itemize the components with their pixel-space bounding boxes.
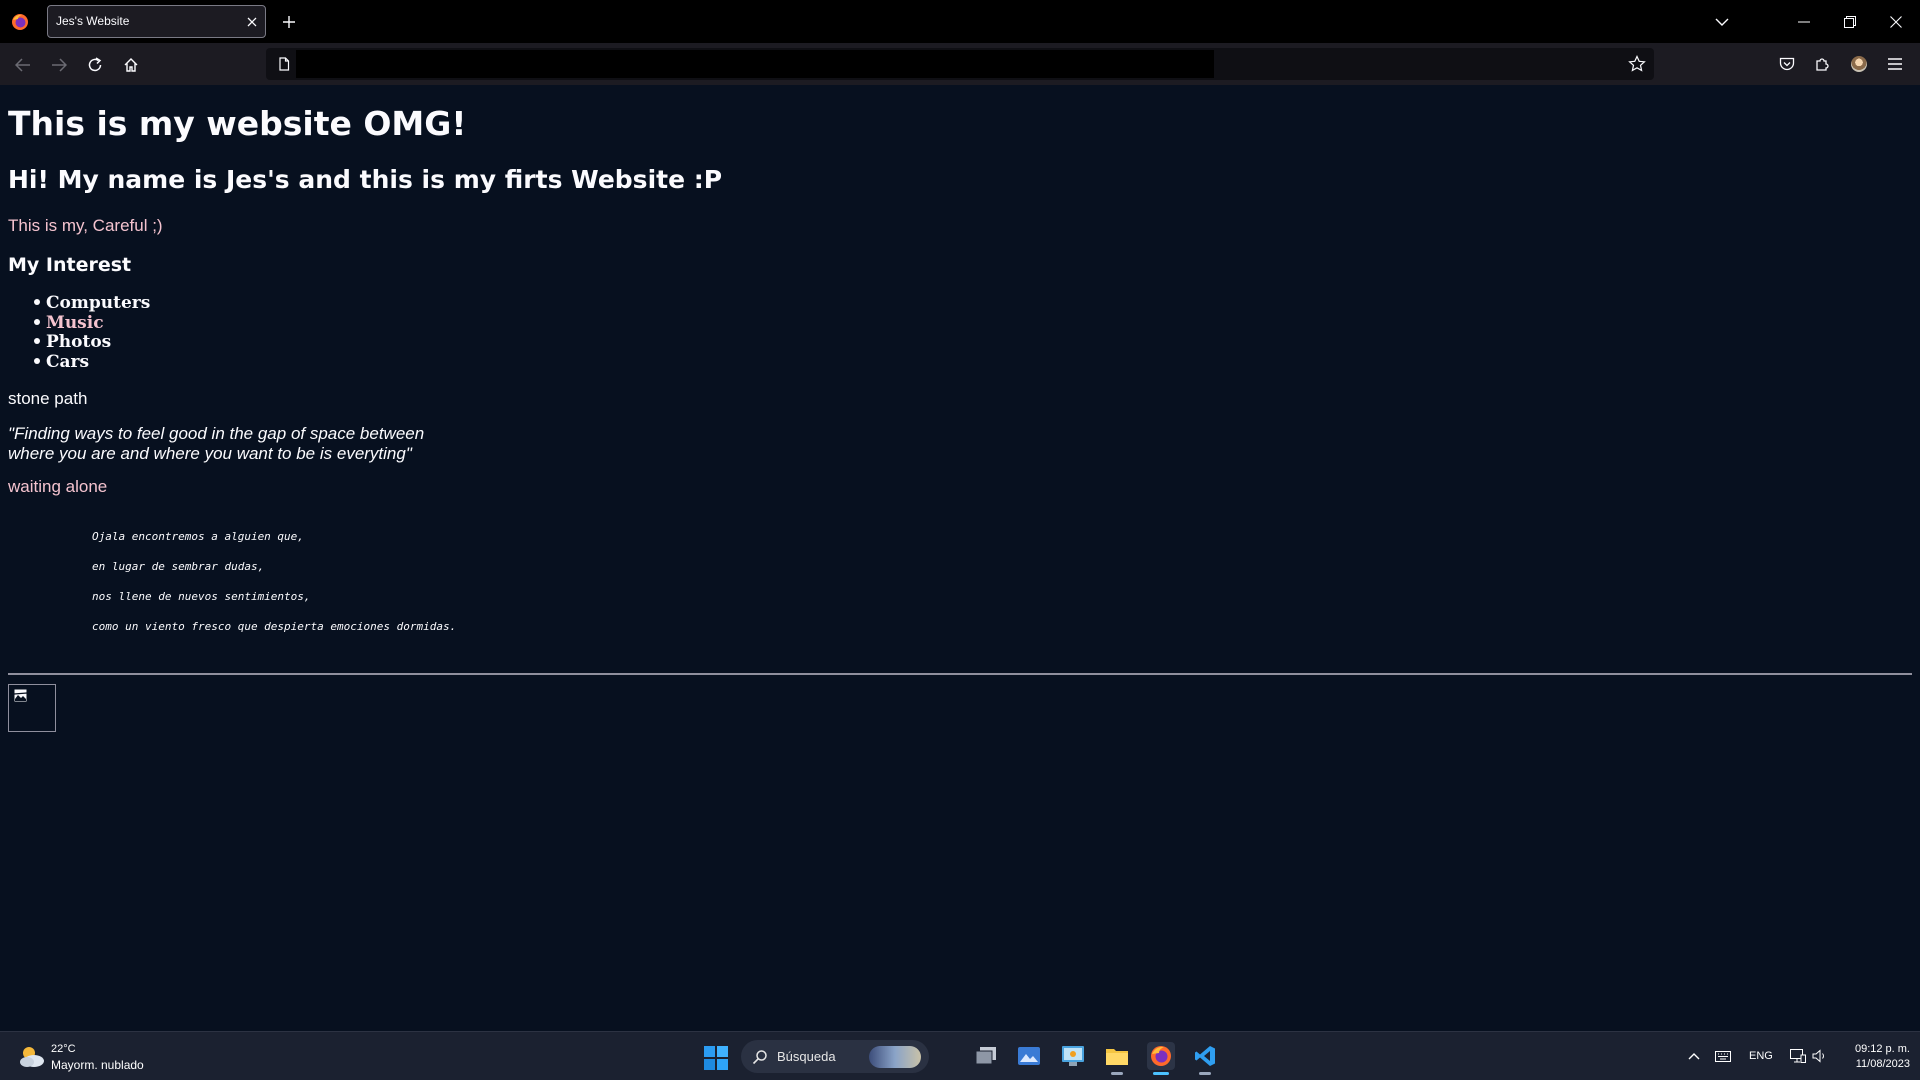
firefox-taskbar-icon[interactable] <box>1147 1042 1175 1075</box>
page-subtitle: Hi! My name is Jes's and this is my firt… <box>8 165 723 194</box>
list-item: Music <box>34 312 150 334</box>
weather-description[interactable]: Mayorm. nublado <box>51 1058 144 1072</box>
clock-date: 11/08/2023 <box>1855 1058 1910 1070</box>
horizontal-rule <box>8 673 1912 675</box>
back-arrow-icon[interactable] <box>11 53 35 77</box>
network-icon[interactable] <box>1788 1046 1808 1066</box>
intro-text: This is my, Careful ;) <box>8 216 163 235</box>
bullet-icon <box>34 299 40 305</box>
task-view-icon[interactable] <box>972 1042 1000 1070</box>
running-indicator <box>1111 1072 1123 1075</box>
tab-title: Jes's Website <box>56 14 130 28</box>
weather-cloudy-icon[interactable] <box>17 1042 47 1070</box>
hamburger-menu-icon[interactable] <box>1884 53 1906 75</box>
control-panel-icon[interactable] <box>1059 1042 1087 1070</box>
windows-taskbar: 22°C Mayorm. nublado Búsqueda ENG 09:12 … <box>0 1031 1920 1080</box>
page-content: This is my website OMG! Hi! My name is J… <box>0 85 1920 1031</box>
poem-block: Ojala encontremos a alguien que, en luga… <box>92 522 456 642</box>
bookmark-star-icon[interactable] <box>1628 55 1646 73</box>
extensions-puzzle-icon[interactable] <box>1812 53 1834 75</box>
quote-block: "Finding ways to feel good in the gap of… <box>8 424 488 463</box>
tab-active[interactable]: Jes's Website <box>47 5 266 38</box>
restore-icon[interactable] <box>1828 0 1872 43</box>
weather-temperature[interactable]: 22°C <box>51 1043 76 1055</box>
list-item: Computers <box>34 293 151 314</box>
bullet-icon <box>34 318 40 325</box>
search-placeholder: Búsqueda <box>777 1049 836 1064</box>
page-title: This is my website OMG! <box>8 104 467 143</box>
navigation-toolbar <box>0 43 1920 85</box>
interest-music: Music <box>46 312 104 333</box>
poem-line: nos llene de nuevos sentimientos, <box>92 590 311 603</box>
search-highlight-image <box>869 1046 921 1068</box>
quote-line-2: where you are and where you want to be i… <box>8 443 412 463</box>
show-hidden-icons-chevron-up-icon[interactable] <box>1684 1046 1704 1066</box>
bullet-icon <box>34 338 40 344</box>
interest-list: Computers Music Photos Cars <box>34 293 151 373</box>
poem-line: en lugar de sembrar dudas, <box>92 560 265 573</box>
broken-image-icon <box>14 689 27 702</box>
vscode-icon[interactable] <box>1191 1042 1219 1075</box>
url-input[interactable] <box>296 50 1214 78</box>
taskbar-search-box[interactable]: Búsqueda <box>741 1040 929 1073</box>
stone-path-text: stone path <box>8 389 88 408</box>
windows-start-icon[interactable] <box>704 1046 728 1070</box>
language-indicator[interactable]: ENG <box>1749 1050 1773 1062</box>
home-icon[interactable] <box>119 53 143 77</box>
url-bar[interactable] <box>266 48 1654 80</box>
active-indicator <box>1153 1072 1169 1075</box>
interest-photos: Photos <box>46 332 112 352</box>
new-tab-icon[interactable] <box>279 12 299 32</box>
broken-image <box>8 684 56 732</box>
bullet-icon <box>34 357 40 364</box>
interest-computers: Computers <box>46 293 151 313</box>
quote-line-1: "Finding ways to feel good in the gap of… <box>8 424 425 443</box>
photos-app-icon[interactable] <box>1015 1042 1043 1070</box>
list-all-tabs-chevron-down-icon[interactable] <box>1700 0 1744 43</box>
poem-line: como un viento fresco que despierta emoc… <box>92 620 457 633</box>
interest-cars: Cars <box>46 351 90 372</box>
search-icon <box>752 1050 767 1065</box>
minimize-icon[interactable] <box>1782 0 1826 43</box>
keyboard-icon[interactable] <box>1713 1046 1733 1066</box>
close-window-icon[interactable] <box>1874 0 1918 43</box>
volume-icon[interactable] <box>1810 1046 1830 1066</box>
tab-bar: Jes's Website <box>0 0 1920 43</box>
close-tab-icon[interactable] <box>243 13 261 31</box>
clock-time: 09:12 p. m. <box>1854 1043 1910 1055</box>
firefox-logo-icon <box>12 14 28 30</box>
list-item: Photos <box>34 332 150 353</box>
file-explorer-icon[interactable] <box>1103 1042 1131 1075</box>
forward-arrow-icon[interactable] <box>47 53 71 77</box>
running-indicator <box>1199 1072 1211 1075</box>
pocket-icon[interactable] <box>1776 53 1798 75</box>
poem-line: Ojala encontremos a alguien que, <box>92 530 304 543</box>
list-item: Cars <box>34 351 150 373</box>
page-icon <box>279 57 290 71</box>
interest-heading: My Interest <box>8 254 132 276</box>
reload-icon[interactable] <box>83 53 107 77</box>
account-avatar-icon[interactable] <box>1848 53 1870 75</box>
clock[interactable]: 09:12 p. m. 11/08/2023 <box>1836 1042 1910 1072</box>
waiting-alone-text: waiting alone <box>8 477 108 496</box>
